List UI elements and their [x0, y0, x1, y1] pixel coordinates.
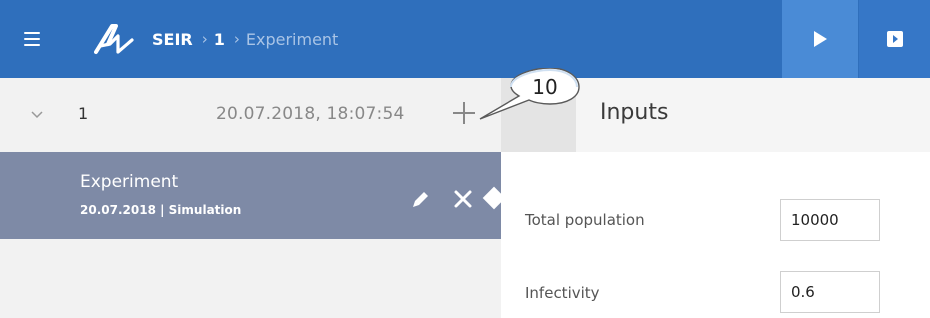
experiment-subtitle: 20.07.2018 | Simulation — [80, 203, 242, 217]
total-population-input[interactable] — [780, 199, 880, 241]
inputs-header: Inputs — [501, 78, 930, 152]
breadcrumb: SEIR › 1 › Experiment — [152, 27, 338, 51]
breadcrumb-app[interactable]: SEIR — [152, 30, 193, 49]
run-number: 1 — [78, 104, 89, 123]
infectivity-input[interactable] — [780, 271, 880, 313]
breadcrumb-separator: › — [233, 30, 240, 48]
stop-icon — [886, 31, 903, 47]
experiment-item[interactable]: Experiment 20.07.2018 | Simulation — [0, 152, 506, 239]
inputs-title: Inputs — [600, 100, 669, 125]
run-to-end-button[interactable] — [859, 0, 930, 78]
field-label-total-population: Total population — [525, 211, 645, 229]
run-timestamp: 20.07.2018, 18:07:54 — [216, 104, 405, 124]
field-label-infectivity: Infectivity — [525, 284, 600, 302]
inputs-panel: Inputs Total population Infectivity — [501, 78, 930, 318]
run-button[interactable] — [782, 0, 858, 78]
collapse-tab[interactable] — [501, 78, 576, 152]
top-bar: SEIR › 1 › Experiment — [0, 0, 930, 78]
add-experiment-icon[interactable] — [451, 100, 477, 126]
app-logo — [94, 24, 134, 54]
experiment-title: Experiment — [80, 172, 179, 192]
experiments-panel: 1 20.07.2018, 18:07:54 Experiment 20.07.… — [0, 78, 506, 318]
run-row[interactable]: 1 20.07.2018, 18:07:54 — [0, 78, 501, 152]
play-icon — [814, 31, 827, 47]
close-icon[interactable] — [452, 188, 474, 210]
breadcrumb-separator: › — [201, 30, 208, 48]
breadcrumb-current: Experiment — [245, 29, 339, 49]
menu-icon[interactable] — [16, 24, 48, 54]
edit-icon[interactable] — [410, 190, 430, 210]
chevron-down-icon[interactable] — [30, 108, 44, 122]
breadcrumb-run[interactable]: 1 — [214, 30, 225, 49]
